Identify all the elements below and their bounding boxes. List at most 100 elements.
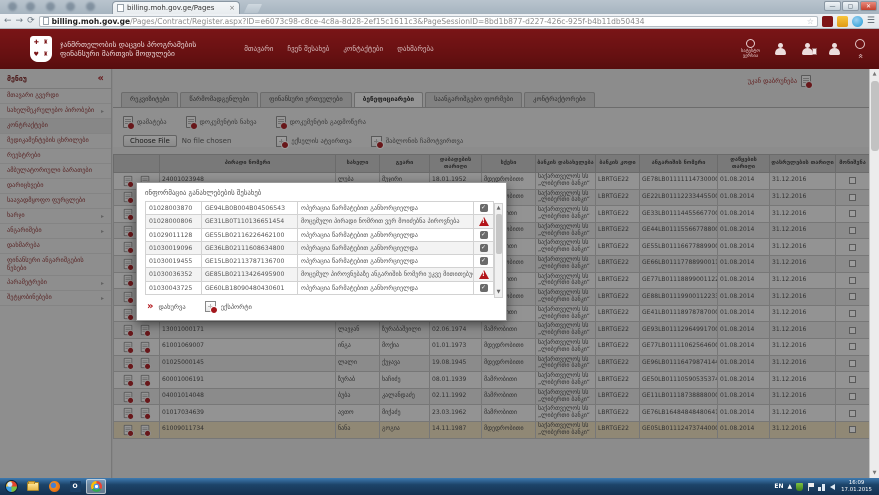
dialog-message-cell: ოპერაცია წარმატებით განხორციელდა [298, 229, 474, 242]
dialog-account-cell: GE60LB18090480430601 [202, 282, 298, 295]
aero-glass-blob [86, 2, 95, 11]
dialog-personal-number-cell: 01028000806 [146, 215, 202, 229]
collapse-header-icon[interactable]: « [856, 53, 864, 59]
scroll-up-icon[interactable]: ▲ [870, 69, 879, 79]
header-nav-item-2[interactable]: კონტაქტები [343, 45, 383, 53]
export-icon[interactable] [205, 301, 216, 312]
address-bar[interactable]: billing.moh.gov.ge/Pages/Contract/Regist… [39, 16, 818, 27]
user-profile-icon[interactable] [774, 43, 787, 55]
dialog-status-cell [474, 268, 494, 282]
dialog-personal-number-cell: 01030043725 [146, 282, 202, 295]
success-check-icon: ✓ [480, 257, 488, 265]
dialog-scrollbar[interactable]: ▲ ▼ [494, 203, 503, 298]
reload-icon[interactable]: ⟳ [27, 15, 35, 27]
dialog-scroll-up-icon[interactable]: ▲ [495, 204, 502, 213]
start-button[interactable] [5, 480, 18, 493]
bookmark-star-icon[interactable]: ☆ [807, 17, 814, 26]
header-nav-item-3[interactable]: დახმარება [397, 45, 433, 53]
dialog-status-cell: ✓ [474, 282, 494, 295]
dialog-message-cell: ოპერაცია წარმატებით განხორციელდა [298, 282, 474, 295]
dialog-message-cell: ოპერაცია წარმატებით განხორციელდა [298, 242, 474, 255]
header-nav-item-1[interactable]: ჩვენ შესახებ [287, 45, 329, 53]
url-text: billing.moh.gov.ge/Pages/Contract/Regist… [52, 17, 804, 26]
window-minimize-button[interactable]: — [824, 1, 841, 11]
dialog-status-cell: ✓ [474, 229, 494, 242]
dialog-scroll-thumb[interactable] [496, 214, 502, 254]
update-results-table: 01028003870GE94LB0B004B04506543ოპერაცია … [145, 201, 494, 295]
header-nav-item-0[interactable]: მთავარი [244, 45, 273, 53]
taskbar-explorer-button[interactable] [23, 479, 43, 494]
logout-user-icon[interactable] [828, 43, 841, 55]
chrome-menu-icon[interactable]: ☰ [867, 16, 875, 26]
dialog-status-cell: ✓ [474, 242, 494, 255]
taskbar-outlook-button[interactable]: O [65, 479, 85, 494]
aero-glass-blob [46, 2, 55, 11]
dialog-result-row: 01028000806GE31LB0T110136651454მოცემული … [146, 215, 494, 229]
taskbar-clock[interactable]: 16:09 17.01.2015 [841, 480, 875, 493]
new-tab-button[interactable] [244, 4, 262, 13]
close-chevrons-icon[interactable]: » [147, 302, 153, 312]
scroll-down-icon[interactable]: ▼ [870, 468, 879, 478]
language-indicator[interactable]: EN [774, 483, 783, 490]
dialog-personal-number-cell: 01029011128 [146, 229, 202, 242]
site-title: ჯანმრთელობის დაცვის პროგრამების ფინანსურ… [60, 40, 196, 59]
window-close-button[interactable]: ✕ [860, 1, 877, 11]
page-content: მენიუ « მთავარი გვერდისახელშეკრულებო პირ… [0, 69, 879, 478]
tab-favicon [117, 4, 124, 12]
update-info-dialog: ინფორმაცია განახლებების შესახებ 01028003… [136, 182, 507, 321]
warning-icon [479, 217, 489, 226]
tab-close-icon[interactable]: × [229, 4, 235, 12]
taskbar-chrome-button[interactable] [86, 479, 106, 494]
dialog-personal-number-cell: 01030036352 [146, 268, 202, 282]
dialog-status-cell: ✓ [474, 202, 494, 215]
url-path: /Pages/Contract/Register.aspx?ID=e6073c9… [130, 17, 644, 26]
tray-volume-icon[interactable] [830, 484, 835, 490]
tray-expand-icon[interactable]: ▲ [788, 483, 793, 491]
dialog-scroll-down-icon[interactable]: ▼ [495, 288, 502, 297]
dialog-status-cell [474, 215, 494, 229]
outlook-icon: O [70, 481, 81, 492]
back-icon[interactable]: ← [4, 15, 12, 27]
tray-flag-icon[interactable] [807, 483, 814, 491]
url-host: billing.moh.gov.ge [52, 17, 130, 26]
explorer-icon [27, 482, 39, 491]
site-header: ✚♜♥♜ ჯანმრთელობის დაცვის პროგრამების ფინ… [0, 29, 879, 69]
dialog-export-button[interactable]: ექსპორტი [221, 303, 252, 311]
test-version-icon [746, 39, 755, 48]
extension-icon-3[interactable] [852, 16, 863, 27]
test-version-badge: სატესტო ვერსია [741, 39, 760, 59]
dialog-personal-number-cell: 01028003870 [146, 202, 202, 215]
dialog-result-row: 01030019455GE15LB02113787136700ოპერაცია … [146, 255, 494, 268]
tray-network-icon[interactable] [818, 483, 826, 491]
dialog-message-cell: მოცემულ პიროვნებაზე ანგარიშის ნომერი უკვ… [298, 268, 474, 282]
extension-icon-2[interactable] [837, 16, 848, 27]
browser-tab[interactable]: billing.moh.gov.ge/Pages × [112, 1, 240, 14]
window-maximize-button[interactable]: ▢ [842, 1, 859, 11]
success-check-icon: ✓ [480, 284, 488, 292]
page-scrollbar[interactable]: ▲ ▼ [869, 69, 879, 478]
success-check-icon: ✓ [480, 244, 488, 252]
dialog-result-row: 01030036352GE85LB02113426495900მოცემულ პ… [146, 268, 494, 282]
dialog-message-cell: ოპერაცია წარმატებით განხორციელდა [298, 255, 474, 268]
dialog-message-cell: ოპერაცია წარმატებით განხორციელდა [298, 202, 474, 215]
tray-shield-icon[interactable] [796, 483, 803, 491]
user-document-icon[interactable] [801, 43, 814, 55]
tab-title: billing.moh.gov.ge/Pages [127, 4, 226, 12]
warning-icon [479, 270, 489, 279]
extension-icon-1[interactable] [822, 16, 833, 27]
dialog-result-row: 01030019096GE36LB02111608634800ოპერაცია … [146, 242, 494, 255]
taskbar-firefox-button[interactable] [44, 479, 64, 494]
dialog-status-cell: ✓ [474, 255, 494, 268]
round-icon[interactable] [855, 39, 865, 49]
windows-taskbar: O EN ▲ 16:09 17.01.2015 [0, 478, 879, 495]
forward-icon[interactable]: → [16, 15, 24, 27]
dialog-result-row: 01028003870GE94LB0B004B04506543ოპერაცია … [146, 202, 494, 215]
dialog-close-button[interactable]: დახურვა [158, 303, 185, 311]
ministry-logo: ✚♜♥♜ [30, 36, 52, 62]
page-icon [43, 17, 49, 25]
success-check-icon: ✓ [480, 204, 488, 212]
scroll-thumb[interactable] [871, 81, 879, 151]
dialog-account-cell: GE55LB02116226462100 [202, 229, 298, 242]
dialog-account-cell: GE15LB02113787136700 [202, 255, 298, 268]
aero-glass-blob [8, 2, 17, 11]
